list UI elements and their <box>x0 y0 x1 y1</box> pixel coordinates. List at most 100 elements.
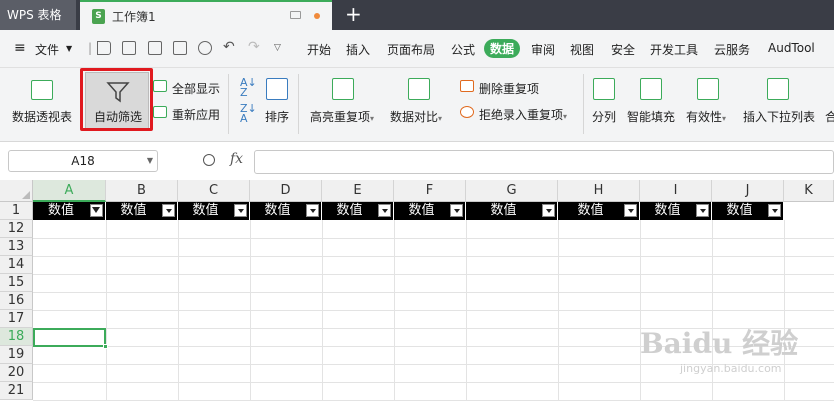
hamburger-icon[interactable]: ≡ <box>14 40 26 56</box>
header-cell-text: 数值 <box>120 203 147 218</box>
menu-formula[interactable]: 公式 <box>451 41 475 58</box>
file-dropdown-icon[interactable]: ▼ <box>66 44 72 53</box>
filter-dropdown-icon[interactable] <box>162 204 175 217</box>
header-cell-a[interactable]: 数值 <box>33 202 106 220</box>
insert-dropdown-list-button[interactable]: 插入下拉列表 <box>743 108 815 125</box>
filter-dropdown-icon[interactable] <box>696 204 709 217</box>
grid-line <box>33 238 834 239</box>
header-cell-f[interactable]: 数值 <box>394 202 466 220</box>
reject-duplicates-button[interactable]: 拒绝录入重复项▾ <box>479 106 567 123</box>
data-compare-button[interactable]: 数据对比▾ <box>390 108 442 125</box>
validity-button[interactable]: 有效性▾ <box>686 108 726 125</box>
name-box[interactable]: A18 ▼ <box>8 150 158 172</box>
menu-page-layout[interactable]: 页面布局 <box>387 41 435 58</box>
row-header-15[interactable]: 15 <box>0 274 33 292</box>
column-header-c[interactable]: C <box>178 180 250 202</box>
document-tab[interactable]: S 工作簿1 <box>80 0 332 30</box>
column-header-f[interactable]: F <box>394 180 466 202</box>
filter-dropdown-icon[interactable] <box>234 204 247 217</box>
remove-duplicates-button[interactable]: 删除重复项 <box>479 80 539 97</box>
menu-cloud[interactable]: 云服务 <box>714 41 750 58</box>
name-box-dropdown-icon[interactable]: ▼ <box>147 151 153 171</box>
sort-button[interactable]: 排序 <box>265 108 289 125</box>
zoom-icon[interactable] <box>203 154 215 166</box>
pivot-table-button[interactable]: 数据透视表 <box>12 108 72 125</box>
sort-icon <box>266 78 288 100</box>
menu-data[interactable]: 数据 <box>484 39 521 58</box>
filter-dropdown-icon[interactable] <box>378 204 391 217</box>
column-header-i[interactable]: I <box>640 180 712 202</box>
filter-dropdown-icon[interactable] <box>624 204 637 217</box>
filter-dropdown-icon[interactable] <box>768 204 781 217</box>
filter-dropdown-icon[interactable] <box>306 204 319 217</box>
print-icon[interactable] <box>173 41 187 55</box>
app-tab[interactable]: WPS 表格 <box>0 0 76 30</box>
column-header-d[interactable]: D <box>250 180 322 202</box>
export-pdf-icon[interactable] <box>148 41 162 55</box>
header-cell-h[interactable]: 数值 <box>558 202 640 220</box>
row-header-20[interactable]: 20 <box>0 364 33 382</box>
menu-home[interactable]: 开始 <box>307 41 331 58</box>
header-cell-b[interactable]: 数值 <box>106 202 178 220</box>
new-tab-button[interactable]: + <box>345 3 362 25</box>
formula-input[interactable] <box>254 150 834 174</box>
row-header-17[interactable]: 17 <box>0 310 33 328</box>
header-cell-c[interactable]: 数值 <box>178 202 250 220</box>
undo-icon[interactable]: ↶ <box>223 39 235 55</box>
menu-developer[interactable]: 开发工具 <box>650 41 698 58</box>
header-cell-d[interactable]: 数值 <box>250 202 322 220</box>
save-icon[interactable] <box>122 41 136 55</box>
row-header-14[interactable]: 14 <box>0 256 33 274</box>
filter-dropdown-icon[interactable] <box>542 204 555 217</box>
column-header-e[interactable]: E <box>322 180 394 202</box>
split-columns-button[interactable]: 分列 <box>592 108 616 125</box>
fill-handle[interactable] <box>103 344 108 349</box>
header-cell-g[interactable]: 数值 <box>466 202 558 220</box>
column-header-k[interactable]: K <box>784 180 834 202</box>
sort-desc-icon[interactable]: Z↓ A <box>240 103 257 124</box>
row-header-13[interactable]: 13 <box>0 238 33 256</box>
grid-line <box>33 292 834 293</box>
row-header-1[interactable]: 1 <box>0 202 33 220</box>
menu-file[interactable]: 文件 <box>35 41 59 58</box>
menu-review[interactable]: 审阅 <box>531 41 555 58</box>
reapply-button[interactable]: 重新应用 <box>172 106 220 123</box>
header-cell-text: 数值 <box>336 203 363 218</box>
column-header-g[interactable]: G <box>466 180 558 202</box>
merge-button[interactable]: 合 <box>825 108 834 125</box>
menu-audtool[interactable]: AudTool <box>768 41 815 55</box>
menu-insert[interactable]: 插入 <box>346 41 370 58</box>
redo-icon[interactable]: ↷ <box>248 39 260 55</box>
column-header-h[interactable]: H <box>558 180 640 202</box>
spreadsheet-icon: S <box>92 9 105 24</box>
open-folder-icon[interactable] <box>97 41 111 55</box>
header-cell-text: 数值 <box>408 203 435 218</box>
select-all-corner[interactable] <box>0 180 33 202</box>
sort-asc-icon[interactable]: A↓ Z <box>240 77 257 98</box>
filter-dropdown-icon[interactable] <box>450 204 463 217</box>
menu-view[interactable]: 视图 <box>570 41 594 58</box>
header-cell-i[interactable]: 数值 <box>640 202 712 220</box>
menu-security[interactable]: 安全 <box>611 41 635 58</box>
column-header-b[interactable]: B <box>106 180 178 202</box>
row-header-12[interactable]: 12 <box>0 220 33 238</box>
print-preview-icon[interactable] <box>198 41 212 55</box>
monitor-icon[interactable] <box>290 11 301 19</box>
selected-cell[interactable] <box>33 328 108 349</box>
menu-bar: ≡ 文件 ▼ | ↶ ↷ ▽ 开始 插入 页面布局 公式 数据 审阅 视图 安全… <box>0 30 834 68</box>
row-header-16[interactable]: 16 <box>0 292 33 310</box>
reapply-icon <box>153 106 167 118</box>
column-header-j[interactable]: J <box>712 180 784 202</box>
row-header-21[interactable]: 21 <box>0 382 33 400</box>
row-header-18[interactable]: 18 <box>0 328 33 346</box>
header-cell-j[interactable]: 数值 <box>712 202 784 220</box>
row-header-19[interactable]: 19 <box>0 346 33 364</box>
column-header-a[interactable]: A <box>33 180 106 202</box>
smart-fill-button[interactable]: 智能填充 <box>627 108 675 125</box>
more-dropdown-icon[interactable]: ▽ <box>274 43 281 53</box>
fx-icon[interactable]: fx <box>230 151 243 167</box>
filter-active-dropdown-icon[interactable] <box>90 204 103 217</box>
highlight-duplicates-button[interactable]: 高亮重复项▾ <box>310 108 374 125</box>
header-cell-e[interactable]: 数值 <box>322 202 394 220</box>
show-all-button[interactable]: 全部显示 <box>172 80 220 97</box>
